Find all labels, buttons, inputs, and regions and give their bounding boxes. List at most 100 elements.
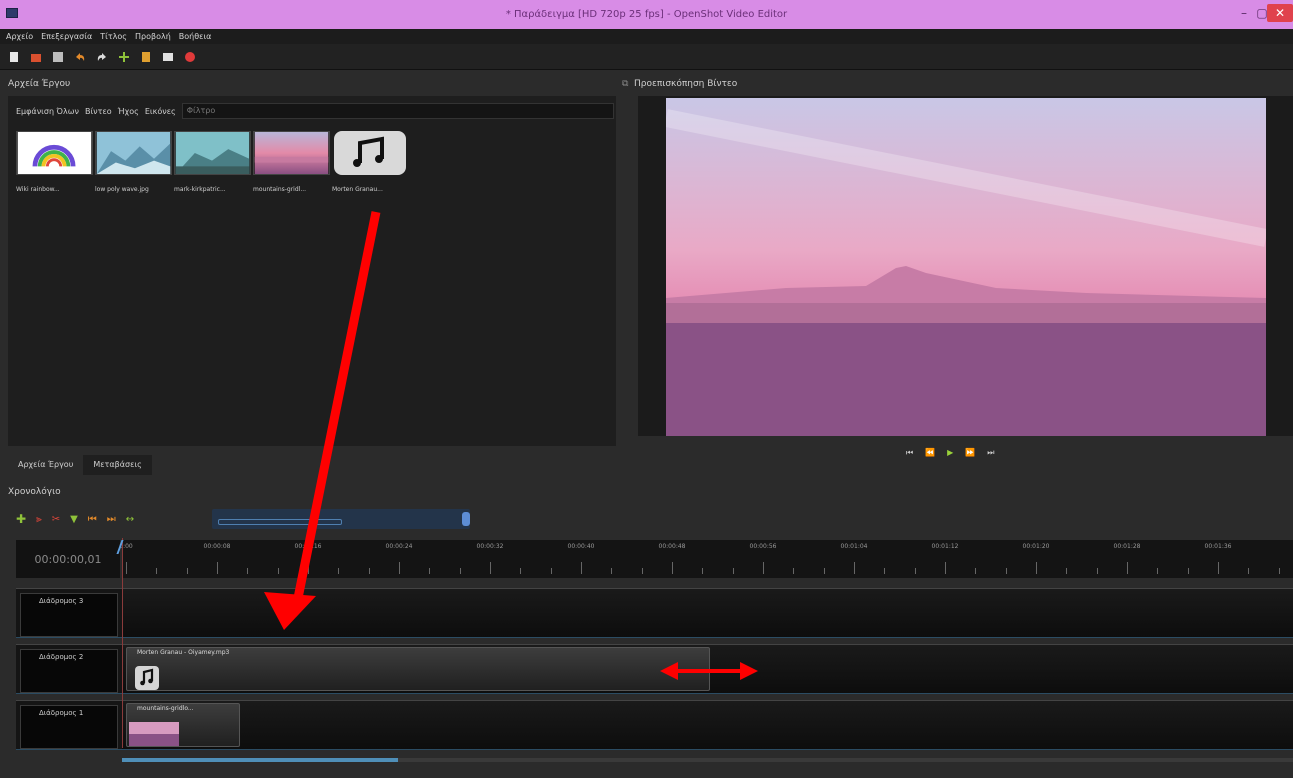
zoom-handle[interactable]	[462, 512, 470, 526]
audio-file-thumbnail	[332, 131, 409, 175]
track-body[interactable]: Morten Granau - Oiyamey.mp3	[122, 645, 1293, 693]
file-item[interactable]: low poly wave.jpg	[95, 131, 172, 193]
panel-float-icon[interactable]: ⧉	[622, 76, 628, 92]
open-project-icon[interactable]	[30, 51, 42, 63]
ruler-minor-tick	[338, 568, 340, 574]
ruler-minor-tick	[550, 568, 552, 574]
file-name: mountains-gridl...	[253, 186, 307, 193]
timeline-ruler[interactable]: 0:00 00:00:08 00:00:16 00:00:24 00:00:32 00:0…	[119, 540, 1293, 578]
ruler-major-tick	[1127, 562, 1128, 574]
center-timeline-icon[interactable]: ↔	[126, 514, 134, 525]
undo-icon[interactable]	[74, 51, 86, 63]
track-label: Διάδρομος 3	[20, 593, 118, 637]
filter-input[interactable]: Φίλτρο	[181, 103, 614, 119]
ruler-minor-tick	[702, 568, 704, 574]
ruler-tick-label: 00:00:56	[749, 543, 777, 550]
timeline-scrollbar-thumb[interactable]	[122, 758, 398, 762]
filter-show-all[interactable]: Εμφάνιση Όλων	[16, 107, 79, 116]
ruler-minor-tick	[1278, 568, 1280, 574]
video-preview-frame	[666, 98, 1266, 436]
ruler-minor-tick	[247, 568, 249, 574]
clip-name: Morten Granau - Oiyamey.mp3	[137, 649, 230, 656]
menu-help[interactable]: Βοήθεια	[179, 32, 212, 41]
track-1[interactable]: Διάδρομος 1 mountains-gridlo...	[16, 700, 1293, 750]
tab-transitions[interactable]: Μεταβάσεις	[83, 455, 152, 475]
ruler-minor-tick	[611, 568, 613, 574]
ruler-minor-tick	[1096, 568, 1098, 574]
track-body[interactable]: mountains-gridlo...	[122, 701, 1293, 749]
playback-controls: ⏮ ⏪ ▶ ⏩ ⏭	[906, 448, 995, 458]
track-body[interactable]	[122, 589, 1293, 637]
ruler-tick-label: 00:00:24	[385, 543, 413, 550]
fullscreen-icon[interactable]	[162, 51, 174, 63]
fast-forward-icon[interactable]: ⏩	[965, 448, 975, 458]
next-marker-icon[interactable]: ⏭	[107, 514, 116, 525]
image-clip[interactable]: mountains-gridlo...	[126, 703, 240, 747]
jump-end-icon[interactable]: ⏭	[987, 448, 994, 458]
play-icon[interactable]: ▶	[947, 448, 953, 458]
previous-marker-icon[interactable]: ⏮	[88, 514, 97, 525]
redo-icon[interactable]	[96, 51, 108, 63]
preview-panel-title: Προεπισκόπηση Βίντεο	[634, 79, 738, 89]
filter-images[interactable]: Εικόνες	[145, 107, 176, 116]
ruler-major-tick	[854, 562, 855, 574]
ruler-tick-label: 00:00:48	[658, 543, 686, 550]
file-item[interactable]: Wiki rainbow...	[16, 131, 93, 193]
window-title: * Παράδειγμα [HD 720p 25 fps] - OpenShot…	[505, 9, 788, 20]
track-label: Διάδρομος 1	[20, 705, 118, 749]
music-note-icon	[135, 666, 159, 690]
zoom-range	[218, 519, 342, 525]
ruler-minor-tick	[429, 568, 431, 574]
file-item[interactable]: mountains-gridl...	[253, 131, 330, 193]
menu-title[interactable]: Τίτλος	[100, 32, 127, 41]
playhead-line[interactable]	[122, 538, 123, 748]
ruler-minor-tick	[975, 568, 977, 574]
menu-edit[interactable]: Επεξεργασία	[41, 32, 92, 41]
ruler-tick-label: 00:01:36	[1204, 543, 1232, 550]
ruler-minor-tick	[459, 568, 461, 574]
tab-project-files[interactable]: Αρχεία Έργου	[8, 455, 83, 475]
ruler-major-tick	[126, 562, 127, 574]
ruler-minor-tick	[368, 568, 370, 574]
new-project-icon[interactable]	[8, 51, 20, 63]
file-item[interactable]: Morten Granau...	[332, 131, 409, 193]
bottom-tabs: Αρχεία Έργου Μεταβάσεις	[8, 455, 152, 475]
files-panel-title: Αρχεία Έργου	[8, 79, 71, 89]
save-project-icon[interactable]	[52, 51, 64, 63]
file-name: Morten Granau...	[332, 186, 383, 193]
export-video-icon[interactable]	[184, 51, 196, 63]
ruler-major-tick	[490, 562, 491, 574]
rewind-icon[interactable]: ⏪	[925, 448, 935, 458]
filter-video[interactable]: Βίντεο	[85, 107, 112, 116]
jump-start-icon[interactable]: ⏮	[906, 448, 913, 458]
menu-file[interactable]: Αρχείο	[6, 32, 33, 41]
ruler-tick-label: 00:01:28	[1113, 543, 1141, 550]
add-track-icon[interactable]: ✚	[16, 512, 26, 526]
filter-audio[interactable]: Ήχος	[118, 107, 139, 116]
ruler-minor-tick	[914, 568, 916, 574]
razor-icon[interactable]: ✂	[52, 514, 60, 525]
ruler-major-tick	[1036, 562, 1037, 574]
ruler-minor-tick	[1066, 568, 1068, 574]
ruler-major-tick	[217, 562, 218, 574]
snap-icon[interactable]: ⫸	[36, 514, 42, 525]
track-2[interactable]: Διάδρομος 2 Morten Granau - Oiyamey.mp3	[16, 644, 1293, 694]
ruler-major-tick	[672, 562, 673, 574]
clip-name: mountains-gridlo...	[137, 705, 194, 712]
file-name: low poly wave.jpg	[95, 186, 149, 193]
import-files-icon[interactable]	[118, 51, 130, 63]
clip-thumbnail	[129, 722, 179, 746]
ruler-minor-tick	[1005, 568, 1007, 574]
ruler-tick-label: 00:00:32	[476, 543, 504, 550]
rainbow-thumbnail	[16, 131, 93, 175]
menu-view[interactable]: Προβολή	[135, 32, 171, 41]
file-item[interactable]: mark-kirkpatric...	[174, 131, 251, 193]
timeline-toolbar: ✚ ⫸ ✂ ▼ ⏮ ⏭ ↔	[16, 508, 1293, 530]
profile-icon[interactable]	[140, 51, 152, 63]
ruler-minor-tick	[156, 568, 158, 574]
track-3[interactable]: Διάδρομος 3	[16, 588, 1293, 638]
audio-clip[interactable]: Morten Granau - Oiyamey.mp3	[126, 647, 710, 691]
close-button[interactable]: ✕	[1267, 4, 1293, 22]
timeline-scrollbar[interactable]	[122, 758, 1293, 762]
add-marker-icon[interactable]: ▼	[70, 514, 78, 525]
